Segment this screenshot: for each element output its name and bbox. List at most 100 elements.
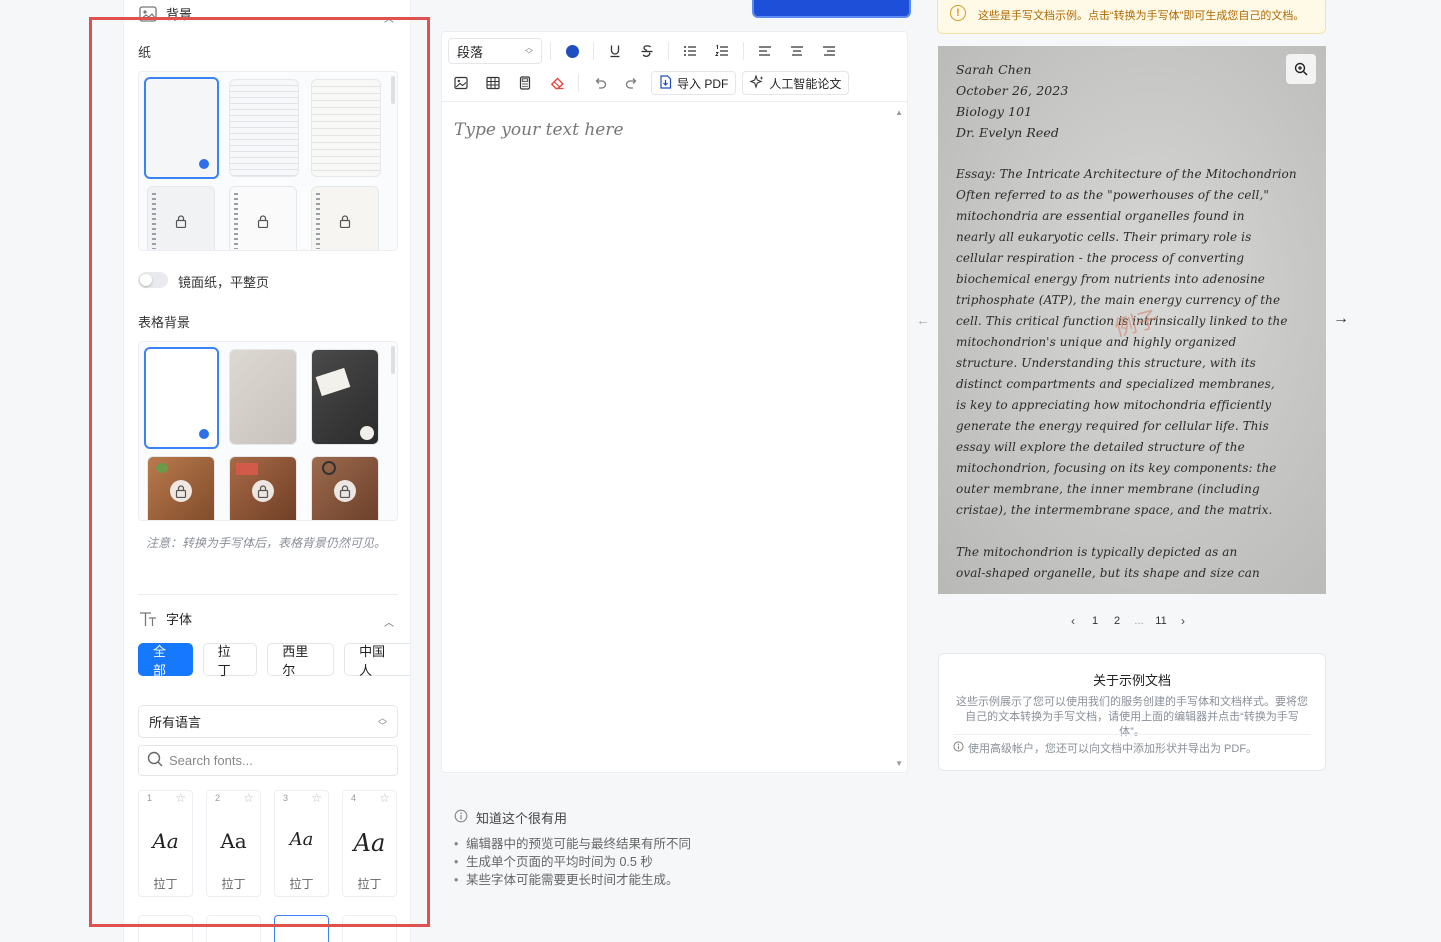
paragraph-select[interactable]: 段落 ︿ ﹀	[448, 38, 542, 64]
select-arrows-icon: ︿ ﹀	[377, 712, 387, 731]
font-card[interactable]: 1 ☆ Aa 拉丁	[138, 790, 193, 897]
previous-example-arrow[interactable]: ←	[916, 312, 930, 328]
import-pdf-button[interactable]: 导入 PDF	[651, 71, 737, 95]
background-section-header[interactable]: 背景	[138, 4, 192, 23]
star-icon[interactable]: ☆	[311, 791, 322, 805]
page-last[interactable]: 11	[1150, 615, 1172, 627]
font-language: 拉丁	[153, 877, 178, 891]
paper-grid-scrollbar[interactable]	[391, 76, 395, 104]
undo-button[interactable]	[587, 70, 613, 96]
handwriting-line: Sarah Chen	[956, 62, 1032, 77]
handwriting-line: The mitochondrion is typically depicted …	[956, 545, 1238, 559]
zoom-button[interactable]	[1286, 54, 1316, 84]
font-card[interactable]	[206, 915, 261, 942]
insert-image-button[interactable]	[448, 70, 474, 96]
table-bg-scrollbar[interactable]	[391, 346, 395, 374]
scroll-down-arrow[interactable]: ▼	[895, 759, 903, 768]
handwriting-line: mitochondrion, focusing on its key compo…	[956, 461, 1277, 475]
chevron-up-icon[interactable]: ︿	[384, 10, 394, 25]
paper-grid	[138, 71, 398, 251]
page-next-button[interactable]: ›	[1172, 614, 1194, 628]
toolbar-separator	[578, 74, 579, 92]
editor-input-placeholder[interactable]: Type your text here	[454, 120, 624, 140]
image-icon	[454, 76, 468, 90]
font-card[interactable]	[138, 915, 193, 942]
table-bg-thumb-linen[interactable]	[229, 349, 297, 445]
align-right-button[interactable]	[816, 38, 842, 64]
lock-icon	[252, 210, 274, 232]
table-bg-thumb-wood-plant[interactable]	[147, 456, 215, 520]
align-left-icon	[759, 46, 771, 56]
handwriting-line: structure. Understanding this structure,…	[956, 356, 1256, 370]
chip-latin[interactable]: 拉丁	[202, 643, 258, 678]
page-prev-button[interactable]: ‹	[1062, 614, 1084, 628]
convert-button[interactable]	[752, 0, 911, 18]
calculator-button[interactable]	[512, 70, 538, 96]
paper-thumb-lined[interactable]	[229, 79, 299, 177]
font-card[interactable]	[342, 915, 397, 942]
table-bg-thumb-wood-magnifier[interactable]	[311, 456, 379, 520]
chevron-up-icon[interactable]: ︿	[384, 614, 394, 629]
search-input[interactable]	[169, 753, 389, 768]
bullet-list-button[interactable]	[677, 38, 703, 64]
tip-item: 某些字体可能需要更长时间才能生成。	[454, 871, 691, 889]
notice-text: 这些是手写文档示例。点击“转换为手写体”即可生成您自己的文档。	[978, 10, 1305, 22]
toolbar-separator	[743, 42, 744, 60]
toolbar-separator	[550, 42, 551, 60]
paper-thumb-spiral-white[interactable]	[229, 186, 297, 250]
chip-all[interactable]: 全部	[138, 643, 193, 678]
page-1[interactable]: 1	[1084, 615, 1106, 627]
ai-paper-button[interactable]: 人工智能论文	[742, 71, 850, 95]
font-card[interactable]: 2 ☆ Aa 拉丁	[206, 790, 261, 897]
star-icon[interactable]: ☆	[175, 791, 186, 805]
strikethrough-button[interactable]	[634, 38, 660, 64]
info-circle-icon	[454, 809, 468, 826]
search-icon	[147, 751, 163, 770]
font-card-selected[interactable]	[274, 915, 329, 942]
example-notice: ! 这些是手写文档示例。点击“转换为手写体”即可生成您自己的文档。	[937, 0, 1326, 34]
underline-button[interactable]	[602, 38, 628, 64]
font-sample: Aa	[353, 829, 386, 857]
text-color-button[interactable]	[559, 38, 585, 64]
clear-format-button[interactable]	[544, 70, 570, 96]
paper-thumb-lined-margin[interactable]	[311, 79, 381, 177]
paper-thumb-spiral-cream[interactable]	[311, 186, 379, 250]
table-bg-thumb-dark-wood[interactable]	[311, 349, 379, 445]
scroll-up-arrow[interactable]: ▲	[895, 108, 903, 117]
table-bg-thumb-white[interactable]	[144, 347, 219, 449]
align-center-button[interactable]	[784, 38, 810, 64]
page-2[interactable]: 2	[1106, 615, 1128, 627]
paper-thumb-spiral[interactable]	[147, 186, 215, 250]
handwriting-line: outer membrane, the inner membrane (incl…	[956, 482, 1260, 496]
star-icon[interactable]: ☆	[379, 791, 390, 805]
star-icon[interactable]: ☆	[243, 791, 254, 805]
numbered-list-button[interactable]	[709, 38, 735, 64]
font-section-header[interactable]: 字体	[138, 609, 192, 628]
about-footnote: 使用高级帐户，您还可以向文档中添加形状并导出为 PDF。	[968, 743, 1258, 755]
font-card[interactable]: 4 ☆ Aa 拉丁	[342, 790, 397, 897]
bullet-list-icon	[684, 46, 696, 56]
chip-chinese[interactable]: 中国人	[344, 643, 410, 678]
font-language: 拉丁	[357, 877, 382, 891]
redo-button[interactable]	[619, 70, 645, 96]
align-right-icon	[823, 46, 835, 56]
language-select[interactable]: 所有语言 ︿ ﹀	[138, 705, 398, 738]
insert-table-button[interactable]	[480, 70, 506, 96]
import-pdf-label: 导入 PDF	[677, 76, 729, 91]
tip-item: 生成单个页面的平均时间为 0.5 秒	[454, 853, 691, 871]
next-example-arrow[interactable]: →	[1333, 310, 1349, 328]
table-bg-thumb-wood-calculator[interactable]	[229, 456, 297, 520]
info-circle-icon	[953, 741, 964, 755]
handwriting-preview: Sarah Chen October 26, 2023 Biology 101 …	[938, 46, 1326, 594]
font-search[interactable]	[138, 745, 398, 776]
editor-toolbar: 段落 ︿ ﹀ 导入 PDF 人工智能论文	[442, 32, 907, 102]
tips-title: 知道这个很有用	[476, 811, 568, 826]
align-left-button[interactable]	[752, 38, 778, 64]
color-dot-icon	[565, 44, 579, 58]
lock-icon	[334, 210, 356, 232]
divider	[138, 594, 398, 595]
paper-thumb-plain[interactable]	[144, 77, 219, 179]
chip-cyrillic[interactable]: 西里尔	[267, 643, 335, 678]
font-card[interactable]: 3 ☆ Aa 拉丁	[274, 790, 329, 897]
mirror-paper-toggle[interactable]	[138, 272, 168, 288]
